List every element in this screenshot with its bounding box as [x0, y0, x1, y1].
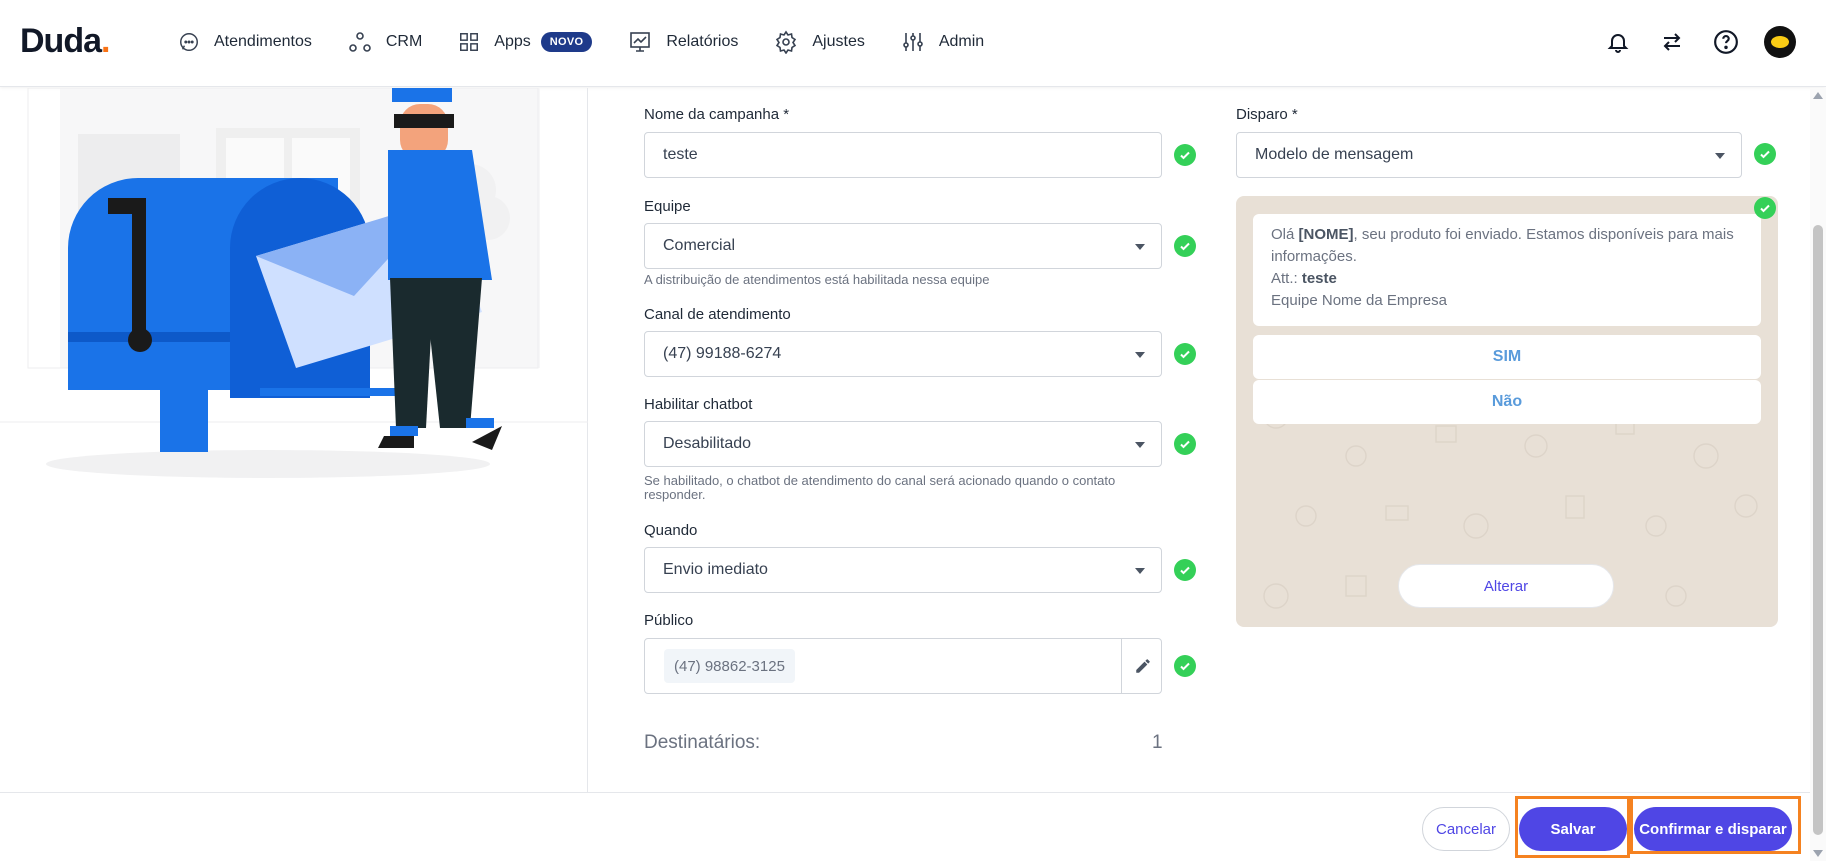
chatbot-select[interactable]: Desabilitado — [644, 421, 1162, 467]
main-nav: Atendimentos CRM Apps NOVO Relatórios Aj… — [178, 24, 1020, 60]
team-select[interactable]: Comercial — [644, 223, 1162, 269]
nav-admin[interactable]: Admin — [901, 24, 984, 60]
trigger-label: Disparo * — [1236, 106, 1298, 123]
chat-bubble-icon — [180, 33, 198, 51]
when-label: Quando — [644, 522, 698, 539]
confirm-and-send-button[interactable]: Confirmar e disparar — [1634, 807, 1792, 851]
chatbot-check-icon — [1174, 433, 1196, 455]
edit-audience-button[interactable] — [1121, 639, 1163, 693]
crm-nodes-icon — [349, 32, 371, 52]
duda-logo[interactable]: Duda. — [20, 22, 111, 61]
whatsapp-message-preview: Olá [NOME], seu produto foi enviado. Est… — [1236, 196, 1778, 627]
channel-label: Canal de atendimento — [644, 306, 791, 323]
chevron-down-icon — [1715, 153, 1725, 159]
notifications-button[interactable] — [1600, 24, 1636, 60]
chatbot-label: Habilitar chatbot — [644, 396, 753, 413]
switch-account-button[interactable] — [1654, 24, 1690, 60]
campaign-name-check-icon — [1174, 144, 1196, 166]
nav-atendimentos[interactable]: Atendimentos — [178, 24, 312, 60]
audience-contact-chip[interactable]: (47) 98862-3125 — [664, 649, 795, 683]
trigger-select[interactable]: Modelo de mensagem — [1236, 132, 1742, 178]
team-hint: A distribuição de atendimentos está habi… — [644, 272, 990, 287]
top-navigation-bar: Duda. Atendimentos CRM Apps NOVO Relatór… — [0, 0, 1826, 87]
chatbot-select-value: Desabilitado — [663, 435, 752, 452]
preview-check-icon — [1754, 197, 1776, 219]
bell-icon — [1607, 34, 1629, 53]
team-select-value: Comercial — [663, 237, 736, 254]
apps-grid-icon — [460, 33, 479, 51]
message-text: Olá [NOME], seu produto foi enviado. Est… — [1271, 226, 1734, 265]
when-check-icon — [1174, 559, 1196, 581]
chatbot-hint: Se habilitado, o chatbot de atendimento … — [644, 473, 1116, 502]
audience-check-icon — [1174, 655, 1196, 677]
swap-arrows-icon — [1663, 33, 1681, 51]
gear-icon — [776, 30, 797, 54]
trigger-select-value: Modelo de mensagem — [1255, 146, 1414, 163]
recipients-count: 1 — [1152, 732, 1163, 753]
new-badge: NOVO — [540, 32, 593, 52]
mailbox-illustration — [0, 86, 588, 792]
mailman-illustration-image — [0, 86, 588, 478]
campaign-name-input[interactable]: teste — [644, 132, 1162, 178]
chevron-down-icon — [1135, 244, 1145, 250]
avatar-image — [1771, 36, 1789, 48]
avatar[interactable] — [1764, 26, 1796, 58]
nav-apps[interactable]: Apps NOVO — [458, 24, 593, 60]
footer-divider — [0, 792, 1810, 793]
team-check-icon — [1174, 235, 1196, 257]
help-circle-icon — [1714, 30, 1738, 54]
recipients-label: Destinatários: — [644, 732, 761, 753]
message-signature: Equipe Nome da Empresa — [1271, 292, 1447, 309]
alter-template-button[interactable]: Alterar — [1398, 564, 1614, 608]
help-button[interactable] — [1708, 24, 1744, 60]
campaign-name-label: Nome da campanha * — [644, 106, 790, 123]
scroll-down-arrow-icon[interactable] — [1813, 850, 1823, 857]
team-label: Equipe — [644, 198, 691, 215]
audience-label: Público — [644, 612, 694, 629]
pencil-icon — [1135, 659, 1150, 673]
message-bubble: Olá [NOME], seu produto foi enviado. Est… — [1253, 214, 1761, 326]
channel-select-value: (47) 99188-6274 — [663, 345, 782, 362]
trigger-check-icon — [1754, 143, 1776, 165]
scroll-up-arrow-icon[interactable] — [1813, 92, 1823, 99]
reports-chart-icon — [630, 32, 651, 52]
save-button[interactable]: Salvar — [1519, 807, 1627, 851]
channel-check-icon — [1174, 343, 1196, 365]
chevron-down-icon — [1135, 442, 1145, 448]
nav-relatorios[interactable]: Relatórios — [628, 24, 738, 60]
message-attribution: Att.: teste — [1271, 270, 1337, 287]
reply-button-sim[interactable]: SIM — [1253, 335, 1761, 379]
nav-ajustes[interactable]: Ajustes — [774, 24, 865, 60]
sliders-icon — [903, 33, 923, 51]
scroll-thumb[interactable] — [1813, 225, 1823, 835]
channel-select[interactable]: (47) 99188-6274 — [644, 331, 1162, 377]
reply-button-nao[interactable]: Não — [1253, 380, 1761, 424]
when-select[interactable]: Envio imediato — [644, 547, 1162, 593]
nav-crm[interactable]: CRM — [348, 24, 422, 60]
chevron-down-icon — [1135, 352, 1145, 358]
when-select-value: Envio imediato — [663, 561, 768, 578]
header-actions — [1582, 24, 1796, 60]
cancel-button[interactable]: Cancelar — [1422, 807, 1510, 851]
chevron-down-icon — [1135, 568, 1145, 574]
